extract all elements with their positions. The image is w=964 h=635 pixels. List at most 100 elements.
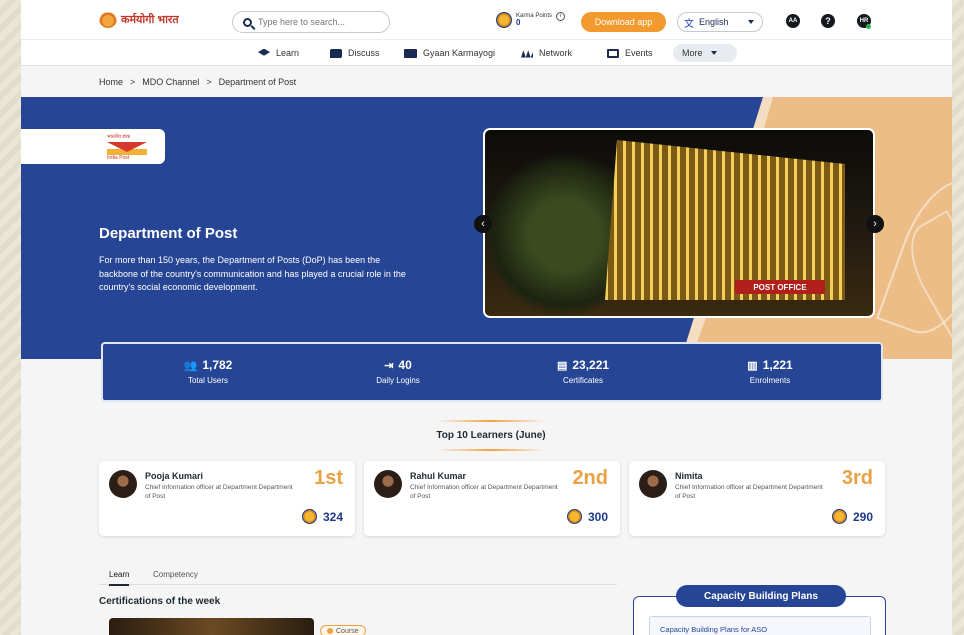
hero-banner: भारतीय डाक India Post Department of Post… <box>21 97 952 359</box>
breadcrumb-current: Department of Post <box>218 77 297 87</box>
stat-label: Enrolments <box>749 376 791 385</box>
breadcrumb-separator: > <box>130 77 136 87</box>
font-size-button[interactable]: AA <box>786 14 800 28</box>
download-app-button[interactable]: Download app <box>581 12 666 32</box>
breadcrumb-home[interactable]: Home <box>99 77 123 87</box>
background-pattern-right <box>952 0 964 635</box>
hero-carousel-image: POST OFFICE <box>483 128 875 318</box>
login-icon: ⇥ <box>384 359 394 372</box>
learner-card-3[interactable]: Nimita Chief Information officer at Depa… <box>629 461 885 536</box>
learner-card-1[interactable]: Pooja Kumari Chief Information officer a… <box>99 461 355 536</box>
capacity-building-title: Capacity Building Plans <box>676 585 846 607</box>
points-value: 290 <box>852 509 873 524</box>
logo-text-top: भारतीय डाक <box>107 134 131 140</box>
course-icon <box>327 628 333 634</box>
karma-coin-icon <box>301 509 317 524</box>
nav-label: Discuss <box>348 48 380 58</box>
translate-icon: 文 <box>684 18 694 30</box>
learner-role: Chief Information officer at Department … <box>675 484 823 500</box>
network-icon <box>521 50 533 58</box>
learner-name: Nimita <box>675 471 703 481</box>
logo-text: कर्मयोगी भारत <box>121 13 179 26</box>
language-value: English <box>699 17 729 27</box>
stat-enrolments: ▥ 1,221 Enrolments <box>720 358 820 385</box>
course-badge: Course <box>320 625 366 635</box>
online-status-dot <box>866 24 871 29</box>
breadcrumb: Home > MDO Channel > Department of Post <box>99 77 296 87</box>
nav-item-gyaan-karmayogi[interactable]: Gyaan Karmayogi <box>404 45 495 61</box>
learner-points: 300 <box>566 509 608 524</box>
learner-card-2[interactable]: Rahul Kumar Chief Information officer at… <box>364 461 620 536</box>
more-menu-button[interactable]: More <box>673 44 737 62</box>
karma-coin-icon <box>496 12 512 28</box>
stat-value: 1,782 <box>202 358 233 372</box>
nav-item-network[interactable]: Network <box>521 45 572 61</box>
background-pattern-left <box>0 0 21 635</box>
nav-item-events[interactable]: Events <box>607 45 653 61</box>
app-window: कर्मयोगी भारत Karma Points 0 i Download … <box>21 0 952 635</box>
organisation-logo: भारतीय डाक India Post <box>21 129 165 164</box>
top-header: कर्मयोगी भारत Karma Points 0 i Download … <box>21 0 952 40</box>
app-logo[interactable]: कर्मयोगी भारत <box>99 10 179 28</box>
search-input[interactable] <box>258 17 378 27</box>
karma-value: 0 <box>516 18 521 27</box>
more-label: More <box>682 48 703 58</box>
capacity-plan-item[interactable]: Capacity Building Plans for ASO <box>649 616 871 635</box>
book-icon <box>404 48 417 58</box>
course-thumbnail[interactable] <box>109 618 314 635</box>
divider <box>436 449 546 451</box>
learner-rank: 1st <box>314 467 343 489</box>
learner-role: Chief Information officer at Department … <box>145 484 293 500</box>
karma-coin-icon <box>831 509 847 524</box>
nav-label: Events <box>625 48 653 58</box>
graduation-cap-icon <box>258 48 270 56</box>
karma-coin-icon <box>566 509 582 524</box>
stat-total-users: 👥 1,782 Total Users <box>158 358 258 385</box>
carousel-next-button[interactable]: › <box>866 215 884 233</box>
learner-name: Pooja Kumari <box>145 471 204 481</box>
hero-description: For more than 150 years, the Department … <box>99 255 406 292</box>
stat-label: Total Users <box>187 376 228 385</box>
chat-icon <box>330 48 342 58</box>
stat-value: 23,221 <box>572 358 610 372</box>
avatar <box>374 470 402 498</box>
points-value: 324 <box>322 509 343 524</box>
stat-label: Certificates <box>562 376 603 385</box>
search-box[interactable] <box>232 11 390 33</box>
stat-value: 1,221 <box>762 358 793 372</box>
certificate-icon: ▤ <box>556 359 568 372</box>
nav-item-discuss[interactable]: Discuss <box>330 45 380 61</box>
page-title: Department of Post <box>99 225 238 242</box>
india-post-logo: भारतीय डाक India Post <box>107 134 147 161</box>
tab-learn[interactable]: Learn <box>109 570 130 586</box>
divider <box>436 420 546 422</box>
learner-rank: 2nd <box>572 467 608 489</box>
chevron-down-icon <box>748 20 754 24</box>
karma-points[interactable]: Karma Points 0 i <box>496 11 566 28</box>
logo-icon <box>99 10 117 28</box>
chevron-down-icon <box>710 51 717 55</box>
language-select[interactable]: 文 English <box>677 12 763 32</box>
nav-item-learn[interactable]: Learn <box>258 45 299 61</box>
calendar-icon <box>607 48 619 58</box>
stat-label: Daily Logins <box>376 376 420 385</box>
nav-label: Gyaan Karmayogi <box>423 48 496 58</box>
info-icon[interactable]: i <box>556 11 566 21</box>
top-learners-title: Top 10 Learners (June) <box>436 430 546 441</box>
breadcrumb-mdo-channel[interactable]: MDO Channel <box>142 77 199 87</box>
breadcrumb-separator: > <box>206 77 212 87</box>
content-tabs: Learn Competency <box>99 565 617 586</box>
help-button[interactable]: ? <box>821 14 835 28</box>
course-tag-label: Course <box>336 627 359 635</box>
points-value: 300 <box>587 509 608 524</box>
carousel-prev-button[interactable]: ‹ <box>474 215 492 233</box>
book-icon: ▥ <box>747 359 758 372</box>
stat-certificates: ▤ 23,221 Certificates <box>533 358 633 385</box>
stat-daily-logins: ⇥ 40 Daily Logins <box>348 358 448 385</box>
learner-name: Rahul Kumar <box>410 471 467 481</box>
logo-text-bottom: India Post <box>107 155 130 161</box>
learner-rank: 3rd <box>841 467 873 489</box>
stat-value: 40 <box>398 358 412 372</box>
tab-competency[interactable]: Competency <box>153 570 198 579</box>
avatar <box>109 470 137 498</box>
